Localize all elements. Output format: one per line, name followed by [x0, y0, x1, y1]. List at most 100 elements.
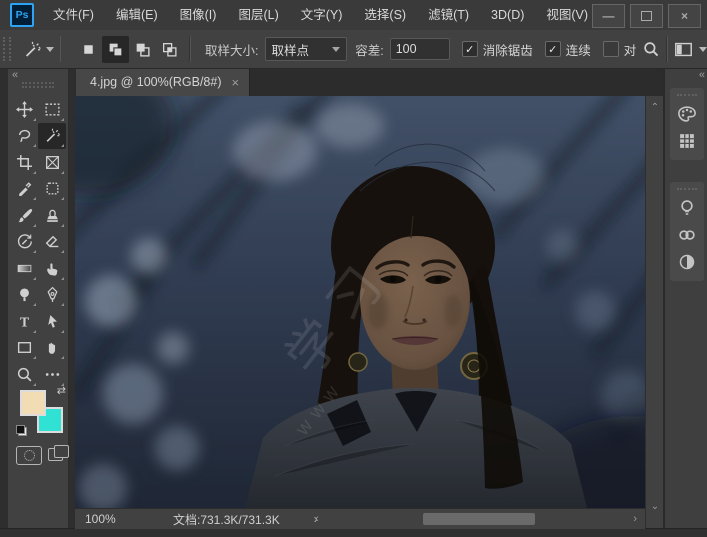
anti-alias-checkbox-row[interactable]: ✓ 消除锯齿 [461, 40, 533, 59]
rectangular-marquee-tool[interactable] [38, 96, 66, 123]
crop-tool[interactable] [10, 149, 38, 176]
zoom-tool[interactable] [10, 361, 38, 388]
close-tab-icon[interactable]: × [232, 75, 240, 90]
scroll-left-icon[interactable]: ‹ [315, 511, 319, 527]
panel-icon-group-1 [670, 88, 704, 160]
pen-tool[interactable] [38, 282, 66, 309]
path-selection-tool[interactable] [38, 308, 66, 335]
scroll-down-icon[interactable]: ⌄ [646, 501, 664, 512]
screen-mode-icon [54, 445, 69, 458]
menu-item-8[interactable]: 3D(D) [480, 1, 535, 30]
scroll-up-icon[interactable]: ⌃ [646, 102, 664, 113]
scroll-right-icon[interactable]: › [633, 511, 637, 527]
light-bulb-icon[interactable] [673, 194, 701, 221]
lasso-tool[interactable] [10, 123, 38, 150]
sample-size-label: 取样大小: [205, 43, 259, 58]
tolerance-label: 容差: [355, 43, 384, 58]
move-tool[interactable] [10, 96, 38, 123]
sample-size-value: 取样点 [271, 43, 310, 58]
creative-cloud-icon[interactable] [673, 221, 701, 248]
menu-item-6[interactable]: 选择(S) [353, 1, 417, 30]
patch-tool[interactable] [38, 176, 66, 203]
tolerance-input[interactable] [389, 38, 450, 60]
photoshop-logo-icon: Ps [10, 3, 34, 27]
color-swatches: ⇄ [16, 384, 66, 436]
dodge-tool[interactable] [10, 282, 38, 309]
brush-tool[interactable] [10, 202, 38, 229]
zoom-level-field[interactable]: 100% [75, 512, 135, 526]
tools-panel: « T ⇄ [8, 68, 69, 528]
maximize-icon [641, 11, 652, 21]
chevron-down-icon [45, 46, 54, 52]
add-to-selection-mode-button[interactable] [102, 35, 130, 63]
intersect-selection-mode-button[interactable] [156, 36, 183, 63]
selection-mode-group [75, 35, 183, 63]
separator [189, 36, 192, 62]
vertical-scrollbar[interactable]: ⌃ ⌄ [645, 96, 664, 528]
menu-bar: Ps 文件(F) 编辑(E) 图像(I) 图层(L) 文字(Y) 选择(S) 滤镜(T) 3D… [0, 0, 707, 31]
anti-alias-label: 消除锯齿 [482, 43, 533, 58]
color-palette-icon[interactable] [673, 100, 701, 127]
frame-tool[interactable] [38, 149, 66, 176]
contiguous-label: 连续 [565, 43, 591, 58]
hand-tool[interactable] [38, 335, 66, 362]
document-size-info: 文档:731.3K/731.3K [173, 512, 280, 527]
window-controls: — × [587, 4, 701, 28]
tool-buttons: T [10, 96, 66, 388]
magic-wand-icon [23, 40, 42, 59]
clone-stamp-tool[interactable] [38, 202, 66, 229]
subtract-from-selection-mode-button[interactable] [129, 36, 156, 63]
menu-item-7[interactable]: 滤镜(T) [417, 1, 480, 30]
menu-item-5[interactable]: 文字(Y) [290, 1, 354, 30]
sample-all-layers-checkbox-row[interactable]: 对 [602, 40, 636, 59]
eraser-tool[interactable] [38, 229, 66, 256]
toolbar-grip[interactable] [22, 86, 54, 88]
document-tab-title: 4.jpg @ 100%(RGB/8#) [90, 75, 222, 89]
chevron-down-icon[interactable] [699, 46, 707, 52]
rectangle-shape-tool[interactable] [10, 335, 38, 362]
separator [59, 36, 62, 62]
document-tab-bar: 4.jpg @ 100%(RGB/8#) × [75, 68, 663, 96]
panel-grip[interactable] [677, 94, 697, 96]
close-button[interactable]: × [668, 4, 701, 28]
new-selection-mode-button[interactable] [75, 36, 102, 63]
toolbar-grip[interactable] [22, 82, 54, 84]
sample-size-dropdown[interactable]: 取样点 [264, 37, 348, 61]
smudge-tool[interactable] [38, 255, 66, 282]
horizontal-scrollbar[interactable]: ‹ › [313, 511, 639, 527]
magic-wand-tool[interactable] [38, 122, 66, 149]
menu-item-1[interactable]: 文件(F) [42, 1, 105, 30]
collapse-panel-icon[interactable]: « [699, 69, 705, 81]
menu-item-3[interactable]: 图像(I) [169, 1, 228, 30]
collapse-toolbar-icon[interactable]: « [12, 69, 18, 81]
type-tool[interactable]: T [10, 308, 38, 335]
adjustments-icon[interactable] [673, 248, 701, 275]
tool-preset-picker[interactable] [23, 40, 54, 59]
swap-colors-icon[interactable]: ⇄ [57, 384, 66, 397]
document-tab[interactable]: 4.jpg @ 100%(RGB/8#) × [76, 68, 251, 96]
workspace-panel-icon[interactable] [674, 40, 693, 59]
menu-list: 文件(F) 编辑(E) 图像(I) 图层(L) 文字(Y) 选择(S) 滤镜(T) 3D(D)… [42, 1, 602, 30]
minimize-button[interactable]: — [592, 4, 625, 28]
right-dock-panel: « [663, 68, 707, 528]
eyedropper-tool[interactable] [10, 176, 38, 203]
panel-grip[interactable] [677, 188, 697, 190]
foreground-color-swatch[interactable] [20, 390, 46, 416]
contiguous-checkbox-row[interactable]: ✓ 连续 [544, 40, 591, 59]
tool-options-bar: 取样大小: 取样点 容差: ✓ 消除锯齿 ✓ 连续 对 [0, 30, 707, 69]
swatches-grid-icon[interactable] [673, 127, 701, 154]
scrollbar-thumb[interactable] [423, 513, 535, 525]
checked-checkbox-icon: ✓ [461, 41, 478, 57]
chevron-down-icon [332, 46, 341, 52]
default-colors-icon[interactable] [16, 425, 27, 436]
canvas-image[interactable]: 学习 WWW [75, 96, 645, 508]
history-brush-tool[interactable] [10, 229, 38, 256]
quick-mask-button[interactable] [16, 446, 42, 465]
menu-item-2[interactable]: 编辑(E) [105, 1, 169, 30]
maximize-button[interactable] [630, 4, 663, 28]
gradient-tool[interactable] [10, 255, 38, 282]
magnifier-icon[interactable] [642, 40, 660, 58]
menu-item-4[interactable]: 图层(L) [227, 1, 289, 30]
options-grip[interactable] [3, 37, 11, 61]
screen-mode-button[interactable] [48, 445, 70, 463]
